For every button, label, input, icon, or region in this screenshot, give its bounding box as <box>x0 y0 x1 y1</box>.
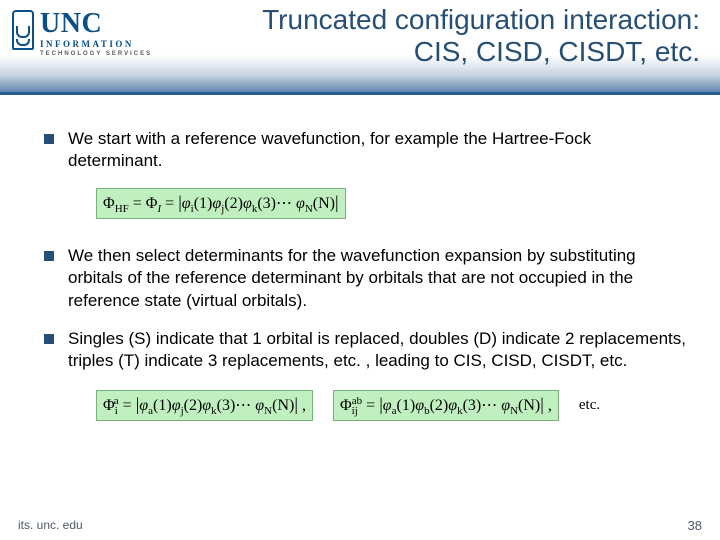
equation-etc: etc. <box>579 397 600 414</box>
old-well-icon <box>12 10 34 50</box>
footer-url: its. unc. edu <box>18 518 83 532</box>
bullet-3-text: Singles (S) indicate that 1 orbital is r… <box>68 328 686 372</box>
logo-sub1: INFORMATION <box>40 40 152 49</box>
slide-title: Truncated configuration interaction: CIS… <box>175 4 700 68</box>
bullet-marker-icon <box>44 334 54 344</box>
logo-text: UNC INFORMATION TECHNOLOGY SERVICES <box>40 10 152 57</box>
slide-header: UNC INFORMATION TECHNOLOGY SERVICES Trun… <box>0 0 720 95</box>
slide-footer: its. unc. edu 38 <box>0 516 720 540</box>
equation-hf-row: ΦHF = ΦI = |φi(1)φj(2)φk(3)⋯ φN(N)| <box>44 188 686 219</box>
page-number: 38 <box>688 518 702 533</box>
equation-excitations-row: Φia = |φa(1)φj(2)φk(3)⋯ φN(N)| , Φijab =… <box>44 390 686 421</box>
equation-double: Φijab = |φa(1)φb(2)φk(3)⋯ φN(N)| , <box>333 390 559 421</box>
bullet-2-text: We then select determinants for the wave… <box>68 245 686 311</box>
bullet-2: We then select determinants for the wave… <box>44 245 686 311</box>
title-line-1: Truncated configuration interaction: <box>175 4 700 36</box>
bullet-marker-icon <box>44 251 54 261</box>
title-line-2: CIS, CISD, CISDT, etc. <box>175 36 700 68</box>
logo-sub2: TECHNOLOGY SERVICES <box>40 51 152 57</box>
bullet-3: Singles (S) indicate that 1 orbital is r… <box>44 328 686 372</box>
bullet-1-text: We start with a reference wavefunction, … <box>68 128 686 172</box>
slide-body: We start with a reference wavefunction, … <box>44 128 686 421</box>
equation-hf: ΦHF = ΦI = |φi(1)φj(2)φk(3)⋯ φN(N)| <box>96 188 346 219</box>
logo-word: UNC <box>40 10 152 38</box>
bullet-marker-icon <box>44 134 54 144</box>
equation-single: Φia = |φa(1)φj(2)φk(3)⋯ φN(N)| , <box>96 390 313 421</box>
bullet-1: We start with a reference wavefunction, … <box>44 128 686 172</box>
unc-logo: UNC INFORMATION TECHNOLOGY SERVICES <box>12 10 152 57</box>
